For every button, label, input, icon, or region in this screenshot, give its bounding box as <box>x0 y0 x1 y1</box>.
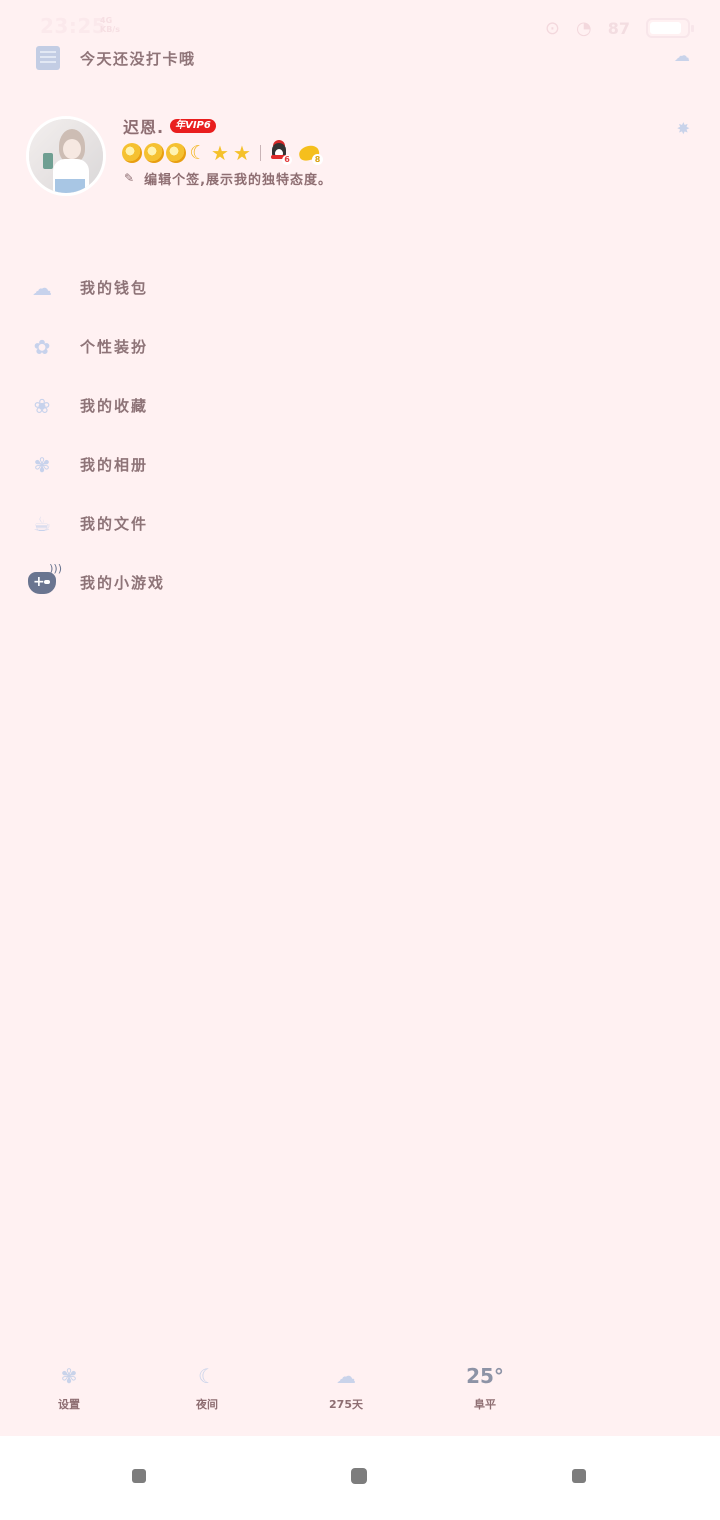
menu-label: 我的文件 <box>80 515 149 533</box>
gold-badge-number: 8 <box>312 154 323 165</box>
settings-icon: ✾ <box>60 1364 78 1388</box>
navigation-bar <box>0 1436 720 1520</box>
star-level-icon: ★ <box>233 141 251 165</box>
edit-pen-icon: ✎ <box>124 171 135 185</box>
gamepad-icon: ))) <box>28 562 62 597</box>
back-nav-button[interactable] <box>572 1469 586 1483</box>
sun-level-icon <box>122 143 142 163</box>
menu-label: 我的收藏 <box>80 397 149 415</box>
menu-item-mini-games[interactable]: ))) 我的小游戏 <box>0 553 720 612</box>
menu-nav-button[interactable] <box>132 1469 146 1483</box>
level-badges[interactable]: ☾ ★ ★ 6 8 <box>122 140 323 165</box>
city-label: 阜平 <box>474 1398 496 1411</box>
menu-label: 个性装扮 <box>80 338 149 356</box>
menu-label: 我的相册 <box>80 456 149 474</box>
sun-level-icon <box>166 143 186 163</box>
checkin-row[interactable]: 今天还没打卡哦 <box>36 44 196 72</box>
qq-penguin-icon[interactable]: 6 <box>269 140 292 165</box>
battery-icon <box>646 18 694 38</box>
signature-row[interactable]: ✎ 编辑个签,展示我的独特态度。 <box>124 169 333 188</box>
wifi-icon: ◔ <box>576 17 592 39</box>
alarm-icon: ⊙ <box>544 17 561 39</box>
settings-button[interactable]: ✾ 设置 <box>29 1362 109 1412</box>
album-icon: ✾ <box>33 452 51 477</box>
weather-button[interactable]: 25° 阜平 <box>445 1362 525 1412</box>
calendar-icon <box>36 46 60 70</box>
files-icon: ☕ <box>33 511 51 536</box>
menu-item-files[interactable]: ☕ 我的文件 <box>0 494 720 553</box>
moon-level-icon: ☾ <box>189 142 207 164</box>
menu-item-dress-up[interactable]: ✿ 个性装扮 <box>0 317 720 376</box>
vip-badge[interactable]: 年VIP6 <box>170 119 216 133</box>
battery-percent: 87 <box>607 18 630 38</box>
favorites-icon: ❀ <box>33 393 51 418</box>
avatar[interactable] <box>26 116 106 196</box>
night-mode-button[interactable]: ☾ 夜间 <box>167 1362 247 1412</box>
sun-level-icon <box>144 143 164 163</box>
temperature: 25° <box>466 1364 504 1388</box>
settings-label: 设置 <box>58 1398 80 1411</box>
divider <box>260 145 261 161</box>
drawer-menu: ☁ 我的钱包 ✿ 个性装扮 ❀ 我的收藏 ✾ 我的相册 ☕ 我的文件 ))) 我… <box>0 258 720 612</box>
home-nav-button[interactable] <box>351 1468 367 1484</box>
network-speed: 4G KB/s <box>100 16 120 34</box>
cloud-deco-icon: ☁ <box>674 46 690 65</box>
days-label: 275天 <box>329 1398 363 1411</box>
gold-ingot-icon[interactable]: 8 <box>297 142 323 165</box>
cloud-icon: ☁ <box>336 1364 356 1388</box>
checkin-label: 今天还没打卡哦 <box>80 49 196 68</box>
star-deco-icon: ✸ <box>676 119 690 138</box>
menu-item-wallet[interactable]: ☁ 我的钱包 <box>0 258 720 317</box>
star-level-icon: ★ <box>211 141 229 165</box>
status-time: 23:25 <box>40 14 107 38</box>
menu-label: 我的钱包 <box>80 279 149 297</box>
qq-badge-number: 6 <box>282 155 292 165</box>
wallet-icon: ☁ <box>32 275 52 300</box>
nickname[interactable]: 迟恩. <box>123 114 164 138</box>
signature-text: 编辑个签,展示我的独特态度。 <box>144 172 333 188</box>
dress-up-icon: ✿ <box>33 334 51 359</box>
days-button[interactable]: ☁ 275天 <box>306 1362 386 1412</box>
bottom-toolbar: ✾ 设置 ☾ 夜间 ☁ 275天 25° 阜平 <box>0 1362 720 1422</box>
menu-label: 我的小游戏 <box>80 574 166 592</box>
menu-item-album[interactable]: ✾ 我的相册 <box>0 435 720 494</box>
menu-item-favorites[interactable]: ❀ 我的收藏 <box>0 376 720 435</box>
moon-icon: ☾ <box>198 1364 216 1388</box>
night-label: 夜间 <box>196 1398 218 1411</box>
